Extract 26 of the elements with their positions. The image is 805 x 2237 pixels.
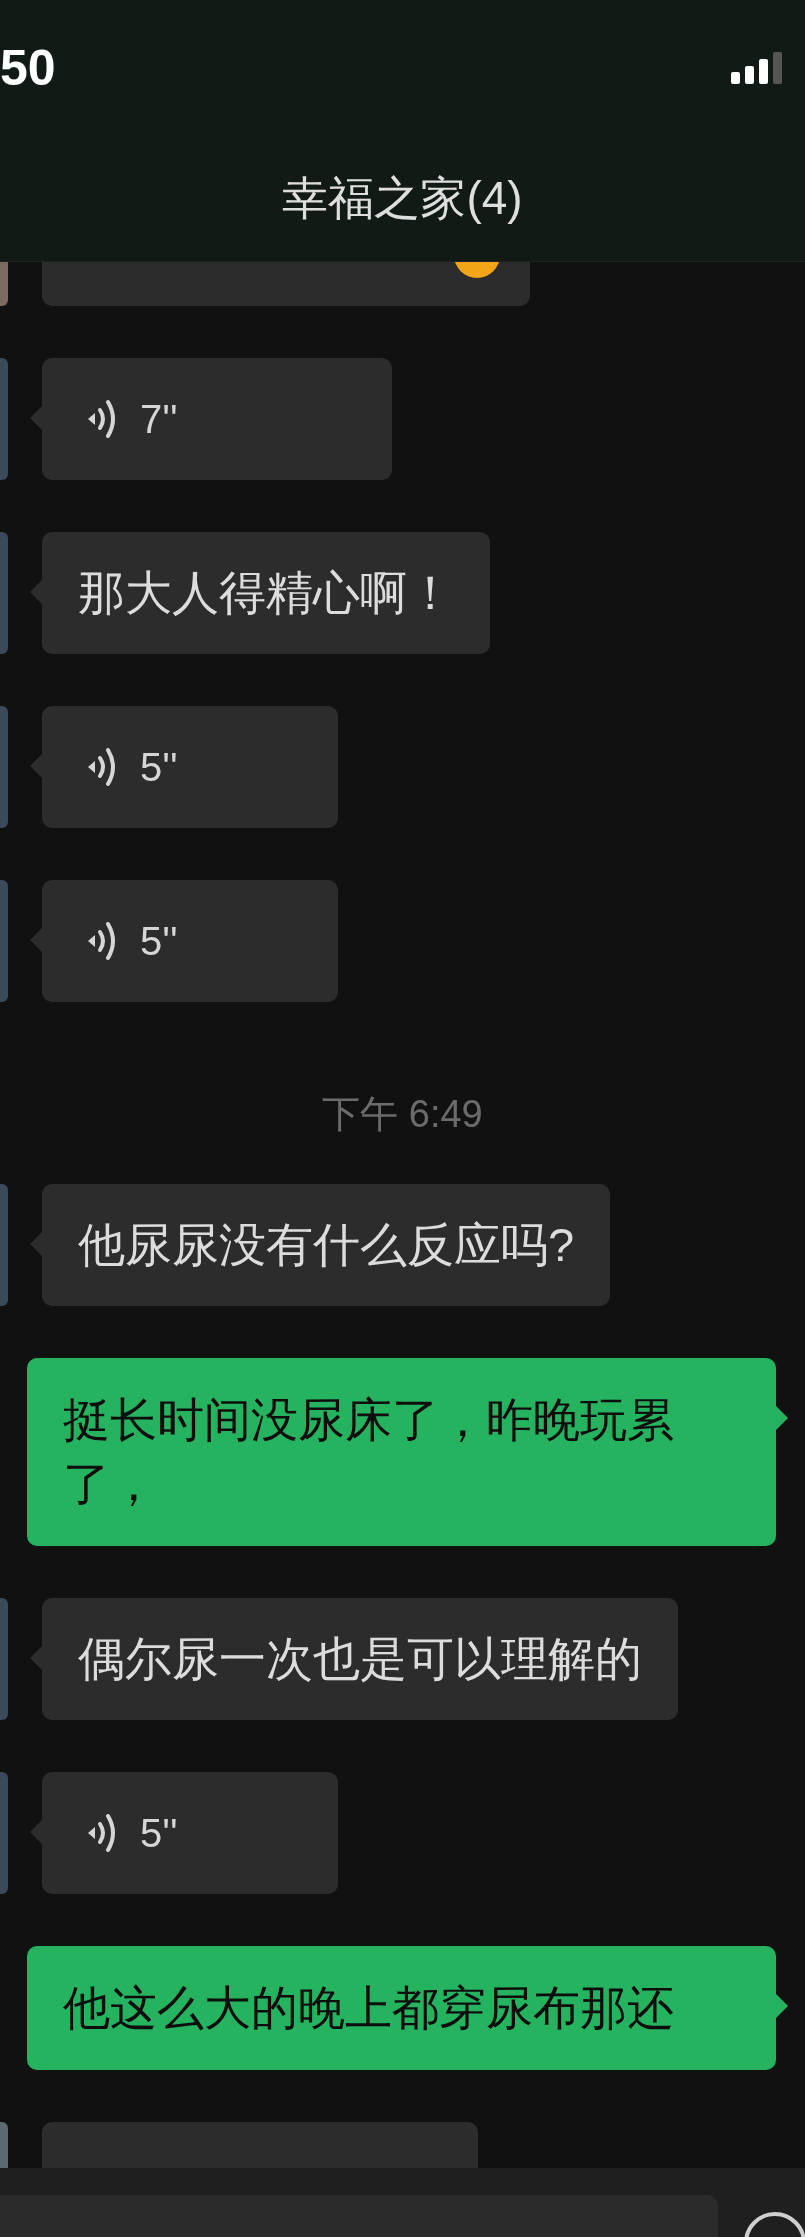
avatar-photo-placeholder[interactable] [0, 532, 8, 654]
voice-duration: 7'' [140, 396, 178, 443]
status-time: 50 [0, 39, 56, 98]
message-text: 那大人得精心啊！ [78, 564, 454, 621]
message-text: 他尿尿没有什么反应吗? [78, 1216, 575, 1273]
avatar-photo-placeholder[interactable] [0, 1772, 8, 1894]
voice-message-bubble[interactable]: 5'' [42, 1772, 338, 1894]
voice-message-bubble[interactable]: 7'' [42, 358, 392, 480]
avatar-photo-placeholder[interactable] [0, 1184, 8, 1306]
signal-icon [731, 52, 783, 84]
voice-duration: 5'' [140, 918, 178, 965]
message-text: 挺长时间没尿床了，昨晚玩累了， [63, 1392, 675, 1512]
avatar-photo-placeholder[interactable] [0, 706, 8, 828]
avatar-photo-placeholder[interactable] [0, 2122, 8, 2168]
chat-title: 幸福之家(4) [282, 171, 523, 226]
message-text: 他这么大的晚上都穿尿布那还 [63, 1980, 674, 2036]
avatar-photo-placeholder[interactable] [0, 1598, 8, 1720]
avatar-photo-placeholder[interactable] [0, 262, 8, 306]
voice-message-bubble[interactable]: 5'' [42, 706, 338, 828]
voice-duration: 5'' [140, 1810, 178, 1857]
avatar-photo-placeholder[interactable] [0, 880, 8, 1002]
message-text: 偶尔尿一次也是可以理解的 [78, 1630, 642, 1687]
voice-message-bubble[interactable]: 5'' [42, 880, 338, 1002]
avatar-photo-placeholder[interactable] [0, 358, 8, 480]
voice-duration: 5'' [140, 744, 178, 791]
timestamp: 下午 6:49 [322, 1092, 483, 1137]
